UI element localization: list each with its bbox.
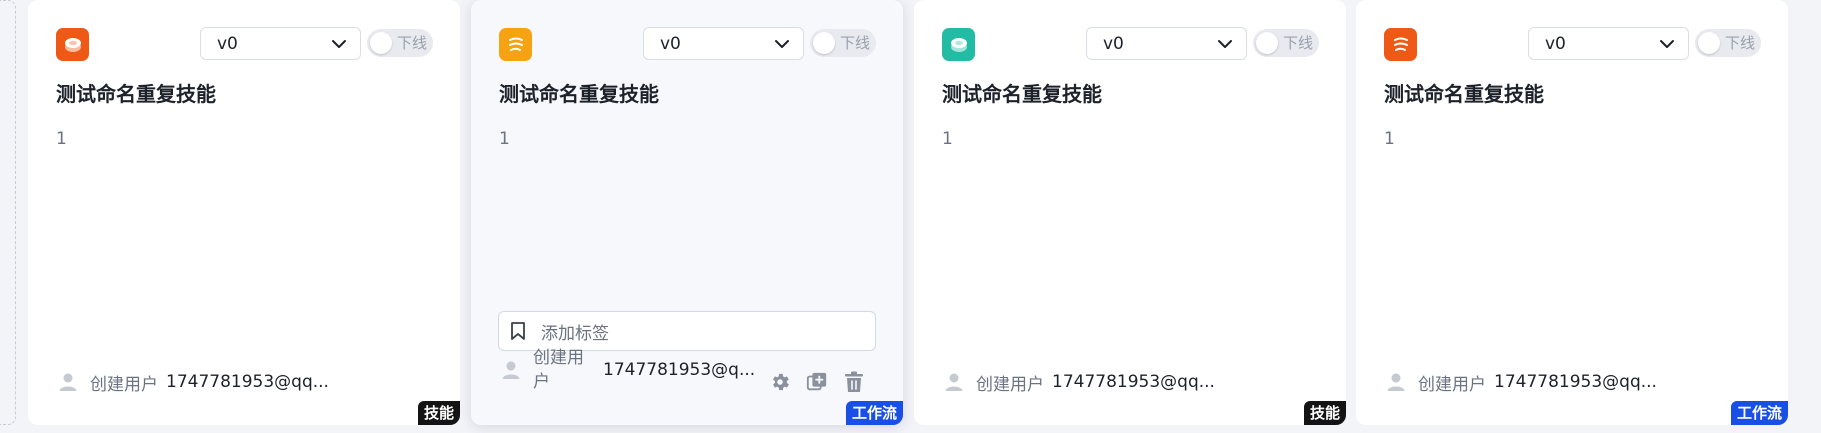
chevron-down-icon bbox=[773, 35, 791, 53]
workflow-card[interactable]: v0 下线 测试命名重复技能 1 添加标签 创建用户 1747781953@q.… bbox=[471, 0, 903, 425]
settings-icon[interactable] bbox=[768, 370, 792, 394]
card-footer: 创建用户 1747781953@q... bbox=[499, 348, 889, 392]
card-title: 测试命名重复技能 bbox=[56, 82, 216, 106]
toggle-knob bbox=[370, 32, 392, 54]
trash-icon[interactable] bbox=[842, 370, 866, 394]
creator-label: 创建用户 bbox=[976, 374, 1044, 395]
card-footer: 创建用户 1747781953@qq... bbox=[56, 367, 446, 397]
creator-label: 创建用户 bbox=[90, 374, 158, 395]
creator-value: 1747781953@q... bbox=[603, 360, 756, 380]
card-footer: 创建用户 1747781953@qq... bbox=[942, 367, 1332, 397]
version-value: v0 bbox=[1103, 33, 1124, 54]
version-select[interactable]: v0 bbox=[1086, 27, 1247, 60]
creator-label: 创建用户 bbox=[1418, 374, 1486, 395]
card-description: 1 bbox=[942, 129, 953, 149]
card-title: 测试命名重复技能 bbox=[499, 82, 659, 106]
skill-card[interactable]: v0 下线 测试命名重复技能 1 创建用户 1747781953@qq... 技… bbox=[28, 0, 460, 425]
card-footer: 创建用户 1747781953@qq... bbox=[1384, 367, 1774, 397]
type-badge: 工作流 bbox=[845, 401, 903, 425]
chevron-down-icon bbox=[1216, 35, 1234, 53]
user-icon bbox=[56, 370, 80, 394]
version-value: v0 bbox=[217, 33, 238, 54]
toggle-knob bbox=[1698, 32, 1720, 54]
card-description: 1 bbox=[499, 129, 510, 149]
creator-value: 1747781953@qq... bbox=[1494, 372, 1657, 392]
chevron-down-icon bbox=[1658, 35, 1676, 53]
add-card-placeholder[interactable] bbox=[0, 0, 16, 425]
user-icon bbox=[499, 358, 523, 382]
toggle-knob bbox=[1256, 32, 1278, 54]
waves-icon bbox=[499, 28, 532, 61]
stack-disc-icon bbox=[942, 28, 975, 61]
version-value: v0 bbox=[1545, 33, 1566, 54]
creator-value: 1747781953@qq... bbox=[1052, 372, 1215, 392]
waves-icon bbox=[1384, 28, 1417, 61]
toggle-label: 下线 bbox=[1283, 34, 1314, 52]
card-description: 1 bbox=[56, 129, 67, 149]
version-select[interactable]: v0 bbox=[643, 27, 804, 60]
user-icon bbox=[942, 370, 966, 394]
toggle-label: 下线 bbox=[840, 34, 871, 52]
card-title: 测试命名重复技能 bbox=[1384, 82, 1544, 106]
add-tag-placeholder: 添加标签 bbox=[541, 323, 609, 344]
type-badge: 工作流 bbox=[1730, 401, 1788, 425]
chevron-down-icon bbox=[330, 35, 348, 53]
offline-toggle[interactable]: 下线 bbox=[1253, 29, 1319, 57]
offline-toggle[interactable]: 下线 bbox=[367, 29, 433, 57]
version-select[interactable]: v0 bbox=[200, 27, 361, 60]
toggle-label: 下线 bbox=[397, 34, 428, 52]
creator-label: 创建用户 bbox=[533, 348, 584, 392]
toggle-knob bbox=[813, 32, 835, 54]
version-select[interactable]: v0 bbox=[1528, 27, 1689, 60]
copy-add-icon[interactable] bbox=[805, 370, 829, 394]
bookmark-icon bbox=[507, 320, 529, 342]
type-badge: 技能 bbox=[1303, 401, 1346, 425]
card-description: 1 bbox=[1384, 129, 1395, 149]
creator-value: 1747781953@qq... bbox=[166, 372, 329, 392]
toggle-label: 下线 bbox=[1725, 34, 1756, 52]
offline-toggle[interactable]: 下线 bbox=[1695, 29, 1761, 57]
workflow-card[interactable]: v0 下线 测试命名重复技能 1 创建用户 1747781953@qq... 工… bbox=[1356, 0, 1788, 425]
type-badge: 技能 bbox=[417, 401, 460, 425]
offline-toggle[interactable]: 下线 bbox=[810, 29, 876, 57]
card-title: 测试命名重复技能 bbox=[942, 82, 1102, 106]
user-icon bbox=[1384, 370, 1408, 394]
skill-card[interactable]: v0 下线 测试命名重复技能 1 创建用户 1747781953@qq... 技… bbox=[914, 0, 1346, 425]
version-value: v0 bbox=[660, 33, 681, 54]
add-tag-input[interactable]: 添加标签 bbox=[498, 311, 876, 351]
stack-disc-icon bbox=[56, 28, 89, 61]
